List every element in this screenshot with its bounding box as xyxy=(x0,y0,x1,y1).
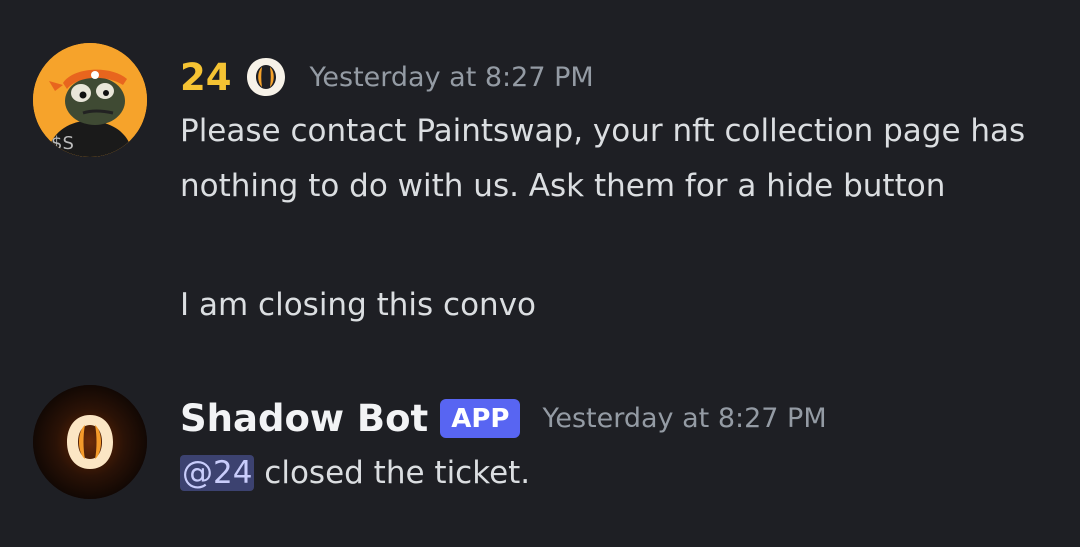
message-header: Shadow Bot APP Yesterday at 8:27 PM xyxy=(180,391,827,445)
message-text: @24 closed the ticket. xyxy=(180,446,1060,501)
timestamp: Yesterday at 8:27 PM xyxy=(542,402,827,434)
app-badge: APP xyxy=(440,398,521,438)
chat-log: $S 24 Yesterday at 8:27 PM Please contac… xyxy=(0,0,1080,547)
message-item: Shadow Bot APP Yesterday at 8:27 PM @24 … xyxy=(0,0,1080,547)
user-mention[interactable]: @24 xyxy=(180,455,255,491)
message-text-body: closed the ticket. xyxy=(254,455,531,491)
shadow-logo-avatar-icon xyxy=(33,385,147,499)
username[interactable]: Shadow Bot xyxy=(180,397,428,440)
avatar[interactable] xyxy=(33,385,147,499)
